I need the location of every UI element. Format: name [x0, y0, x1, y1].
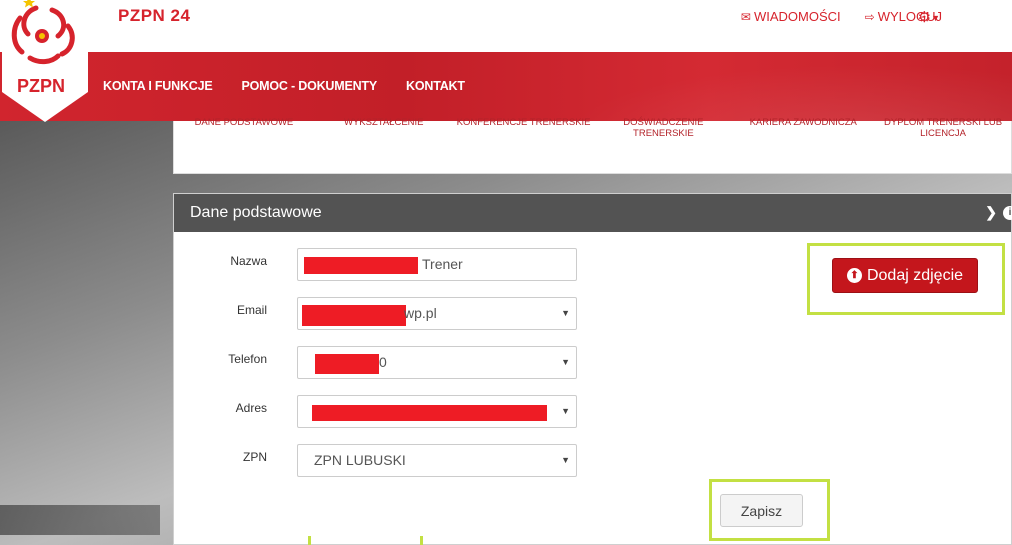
zpn-select[interactable]: ZPN LUBUSKI ▼ [297, 444, 577, 477]
messages-label: WIADOMOŚCI [753, 9, 841, 24]
main-nav: KONTA I FUNKCJE POMOC - DOKUMENTY KONTAK… [0, 52, 1012, 121]
background-strip [0, 505, 160, 535]
save-button[interactable]: Zapisz [720, 494, 803, 527]
panel-title: Dane podstawowe [190, 204, 322, 221]
name-value-suffix: Trener [422, 256, 463, 272]
address-select[interactable]: ▼ [297, 395, 577, 428]
logo-text: PZPN [17, 76, 65, 96]
zpn-value: ZPN LUBUSKI [314, 452, 406, 468]
wizard-steps: DANE PODSTAWOWE WYKSZTAŁCENIE KONFERENCJ… [174, 117, 1012, 139]
messages-link[interactable]: ✉ WIADOMOŚCI [741, 9, 841, 24]
select-arrow-icon: ▼ [561, 455, 570, 465]
add-photo-button[interactable]: ⬆ Dodaj zdjęcie [832, 258, 978, 293]
nav-item-help[interactable]: POMOC - DOKUMENTY [242, 79, 378, 93]
nav-items: KONTA I FUNKCJE POMOC - DOKUMENTY KONTAK… [103, 79, 465, 93]
caret-down-icon: ▼ [931, 13, 940, 24]
envelope-icon: ✉ [740, 9, 751, 24]
phone-value-suffix: 0 [379, 354, 387, 370]
redaction [304, 257, 418, 274]
step-basic-data[interactable]: DANE PODSTAWOWE [174, 117, 314, 139]
top-links: ✉ WIADOMOŚCI ⇨ WYLOGUJ [741, 9, 942, 24]
email-value-suffix: wp.pl [404, 305, 437, 321]
step-conferences[interactable]: KONFERENCJE TRENERSKIE [454, 117, 594, 139]
basic-data-panel: Dane podstawowe ❯ i Nazwa Trener Email w… [173, 193, 1012, 545]
info-icon[interactable]: i [1003, 206, 1012, 220]
zpn-label: ZPN [243, 450, 267, 464]
nav-decoration [512, 52, 1012, 121]
pzpn-logo[interactable]: PZPN [0, 0, 90, 122]
sign-out-icon: ⇨ [864, 9, 875, 24]
name-label: Nazwa [230, 254, 267, 268]
panel-header: Dane podstawowe ❯ i [174, 194, 1012, 232]
phone-select[interactable]: 0 ▼ [297, 346, 577, 379]
address-label: Adres [235, 401, 267, 415]
chevron-down-icon[interactable]: ❯ [985, 204, 997, 221]
step-diploma[interactable]: DYPLOM TRENERSKI LUB LICENCJA [873, 117, 1012, 139]
step-player-career[interactable]: KARIERA ZAWODNICZA [733, 117, 873, 139]
brand-title[interactable]: PZPN 24 [118, 6, 190, 26]
redaction [312, 405, 547, 421]
top-bar: PZPN 24 ✉ WIADOMOŚCI ⇨ WYLOGUJ ⚙▼ [0, 0, 1012, 52]
select-arrow-icon: ▼ [561, 406, 570, 416]
phone-label: Telefon [228, 352, 267, 366]
name-field[interactable]: Trener [297, 248, 577, 281]
steps-card: DANE PODSTAWOWE WYKSZTAŁCENIE KONFERENCJ… [173, 117, 1012, 174]
settings-menu[interactable]: ⚙▼ [918, 8, 940, 26]
redaction [315, 354, 379, 374]
redaction [302, 305, 406, 326]
select-arrow-icon: ▼ [561, 308, 570, 318]
step-education[interactable]: WYKSZTAŁCENIE [314, 117, 454, 139]
step-experience[interactable]: DOŚWIADCZENIE TRENERSKIE [593, 117, 733, 139]
gear-icon: ⚙ [917, 9, 932, 26]
nav-item-accounts[interactable]: KONTA I FUNKCJE [103, 79, 213, 93]
select-arrow-icon: ▼ [561, 357, 570, 367]
nav-item-contact[interactable]: KONTAKT [406, 79, 465, 93]
email-label: Email [236, 303, 267, 317]
highlight-bottom [308, 536, 423, 545]
add-photo-label: Dodaj zdjęcie [866, 266, 964, 284]
upload-circle-icon: ⬆ [846, 268, 862, 283]
email-select[interactable]: wp.pl ▼ [297, 297, 577, 330]
